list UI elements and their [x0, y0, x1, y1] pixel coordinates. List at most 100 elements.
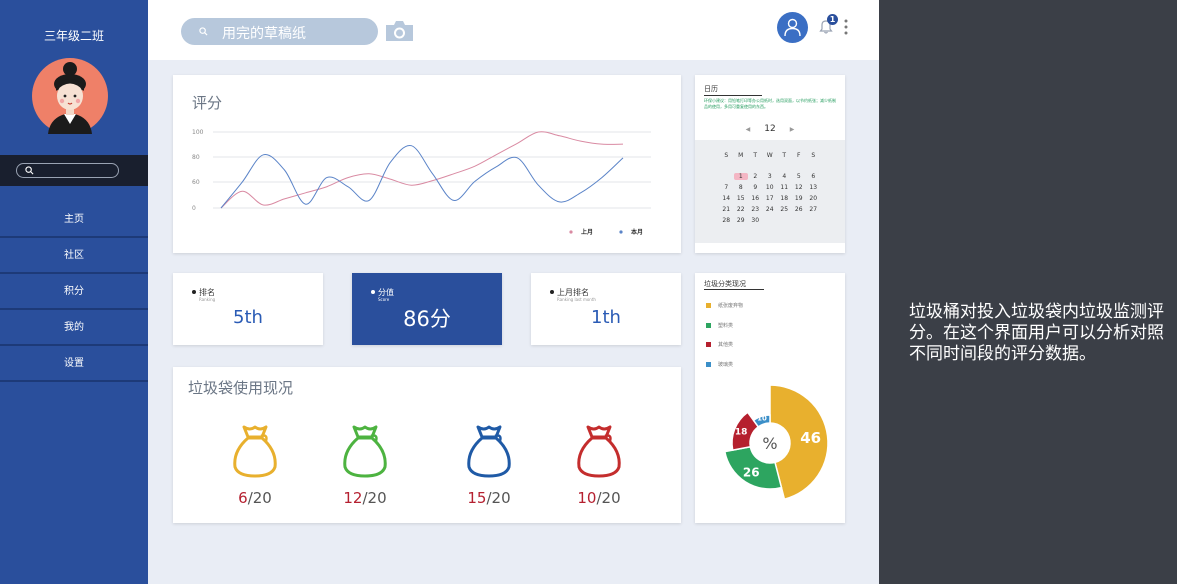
ranking-card: 排名 Ranking 5th	[173, 273, 323, 345]
calendar-week-row: 123456	[719, 173, 821, 180]
bag-usage-card: 垃圾袋使用现况 6/20 12/20 15/20 10/20	[173, 367, 681, 523]
bag-used: 12	[343, 489, 363, 507]
sidebar-item-home[interactable]: 主页	[0, 202, 148, 238]
calendar-day[interactable]: 20	[806, 195, 821, 202]
sidebar-item-settings[interactable]: 设置	[0, 346, 148, 382]
calendar-day[interactable]: 18	[777, 195, 792, 202]
search-input[interactable]: 用完的草稿纸	[181, 18, 378, 45]
more-vertical-icon[interactable]	[843, 18, 849, 36]
weekday-label: T	[782, 152, 787, 159]
calendar-day[interactable]: 24	[763, 206, 778, 213]
bag-item: 6/20	[225, 423, 285, 507]
calendar-day	[792, 217, 807, 224]
bag-total: /20	[596, 489, 621, 507]
bag-usage-title: 垃圾袋使用现况	[188, 379, 294, 397]
calendar-day[interactable]: 26	[792, 206, 807, 213]
calendar-day[interactable]: 28	[719, 217, 734, 224]
legend-label: 玻璃类	[718, 361, 734, 368]
calendar-day[interactable]: 22	[734, 206, 749, 213]
calendar-day[interactable]: 6	[806, 173, 821, 180]
search-icon	[25, 166, 34, 175]
bag-used: 6	[238, 489, 248, 507]
notification-badge: 1	[827, 14, 838, 25]
calendar-day[interactable]: 30	[748, 217, 763, 224]
y-tick-label: 80	[192, 154, 200, 161]
search-icon	[199, 27, 208, 36]
calendar-day[interactable]: 12	[792, 184, 807, 191]
calendar-week-row: 21 22 23 24 25 26 27	[719, 206, 821, 213]
user-profile-button[interactable]	[777, 12, 808, 43]
classification-card: 垃圾分类现况 纸张废弃物 塑料类 其他类 玻璃类 46 26 18 10%	[695, 273, 845, 523]
legend-item: 纸张废弃物	[706, 303, 743, 323]
sidebar-item-community[interactable]: 社区	[0, 238, 148, 274]
weekday-label: W	[766, 152, 773, 159]
calendar-day[interactable]: 8	[734, 184, 749, 191]
classification-donut-chart: 46 26 18 10%	[723, 384, 829, 501]
calendar-weekday-row: SMTWTFS	[719, 152, 821, 159]
calendar-week-row: 28 29 30	[719, 217, 821, 224]
calendar-day[interactable]: 15	[734, 195, 749, 202]
legend-label: 其他类	[718, 342, 734, 348]
calendar-day[interactable]: 14	[719, 195, 734, 202]
donut-value-label: 18	[735, 428, 748, 438]
legend-swatch	[706, 342, 711, 347]
legend-label: 塑料类	[718, 322, 734, 329]
calendar-day[interactable]: 3	[763, 173, 778, 180]
classification-title-divider	[704, 289, 764, 290]
calendar-day[interactable]: 29	[734, 217, 749, 224]
calendar-day[interactable]: 17	[763, 195, 778, 202]
calendar-day[interactable]: 27	[806, 206, 821, 213]
main-area: 用完的草稿纸 1 评分 100 80 60 0 上月 本月 排名 Ranking…	[148, 0, 879, 584]
bag-total: /20	[362, 489, 387, 507]
calendar-day[interactable]: 10	[763, 184, 778, 191]
sidebar-menu: 主页 社区 积分 我的 设置	[0, 202, 148, 382]
y-tick-label: 60	[192, 179, 200, 186]
calendar-day	[719, 173, 734, 180]
bag-count: 12/20	[335, 489, 395, 507]
sidebar-item-points[interactable]: 积分	[0, 274, 148, 310]
calendar-day[interactable]: 25	[777, 206, 792, 213]
camera-icon[interactable]	[384, 19, 415, 43]
calendar-day[interactable]: 11	[777, 184, 792, 191]
sidebar-search-input[interactable]	[16, 163, 119, 178]
sidebar-item-mine[interactable]: 我的	[0, 310, 148, 346]
calendar-day[interactable]: 16	[748, 195, 763, 202]
calendar-day[interactable]: 5	[792, 173, 807, 180]
y-tick-label: 100	[192, 129, 204, 136]
calendar-day[interactable]: 1	[733, 173, 748, 180]
legend-label: 本月	[631, 228, 643, 236]
weekday-label: S	[724, 152, 729, 159]
calendar-day[interactable]: 19	[792, 195, 807, 202]
ranking-sublabel: Ranking	[199, 297, 216, 302]
weekday-label: S	[811, 152, 816, 159]
calendar-day[interactable]: 21	[719, 206, 734, 213]
calendar-day[interactable]: 2	[748, 173, 763, 180]
calendar-grid: S M T W T F S 1 2 3 4 5 6 7 8 9 10 11 12 13 14 15 16 17 18 19 20 21…	[695, 140, 845, 243]
calendar-day[interactable]: 13	[806, 184, 821, 191]
bag-count: 10/20	[569, 489, 629, 507]
last-month-ranking-sublabel: Ranking last month	[557, 297, 596, 302]
legend-swatch	[706, 322, 711, 328]
prev-month-icon[interactable]: ◀	[746, 126, 751, 133]
user-icon	[784, 18, 801, 37]
last-month-ranking-card: 上月排名 Ranking last month 1th	[531, 273, 681, 345]
calendar-day[interactable]: 7	[719, 184, 734, 191]
bag-count: 6/20	[225, 489, 285, 507]
legend-label: 纸张废弃物	[718, 303, 744, 309]
ranking-value: 5th	[233, 307, 263, 328]
bag-item: 12/20	[335, 423, 395, 507]
calendar-day[interactable]: 9	[748, 184, 763, 191]
calendar-day	[777, 217, 792, 224]
score-card: 分值 Score 86分	[352, 273, 502, 345]
calendar-day[interactable]: 4	[777, 173, 792, 180]
classification-legend: 纸张废弃物塑料类其他类玻璃类	[706, 303, 743, 381]
series-line-last-month	[220, 131, 624, 209]
avatar[interactable]	[32, 58, 108, 134]
score-value: 86分	[403, 307, 451, 331]
calendar-day[interactable]: 23	[748, 206, 763, 213]
description-text: 垃圾桶对投入垃圾袋内垃圾监测评分。在这个界面用户可以分析对照不同时间段的评分数据…	[909, 302, 1164, 364]
class-name: 三年级二班	[43, 29, 104, 43]
calendar-tip: 环保小建议：用铅笔打印等办公用纸时，选用双面，以节约纸张；减少纸制品的使用，多用…	[704, 98, 836, 109]
weekday-label: M	[738, 152, 744, 159]
next-month-icon[interactable]: ▶	[790, 126, 795, 133]
